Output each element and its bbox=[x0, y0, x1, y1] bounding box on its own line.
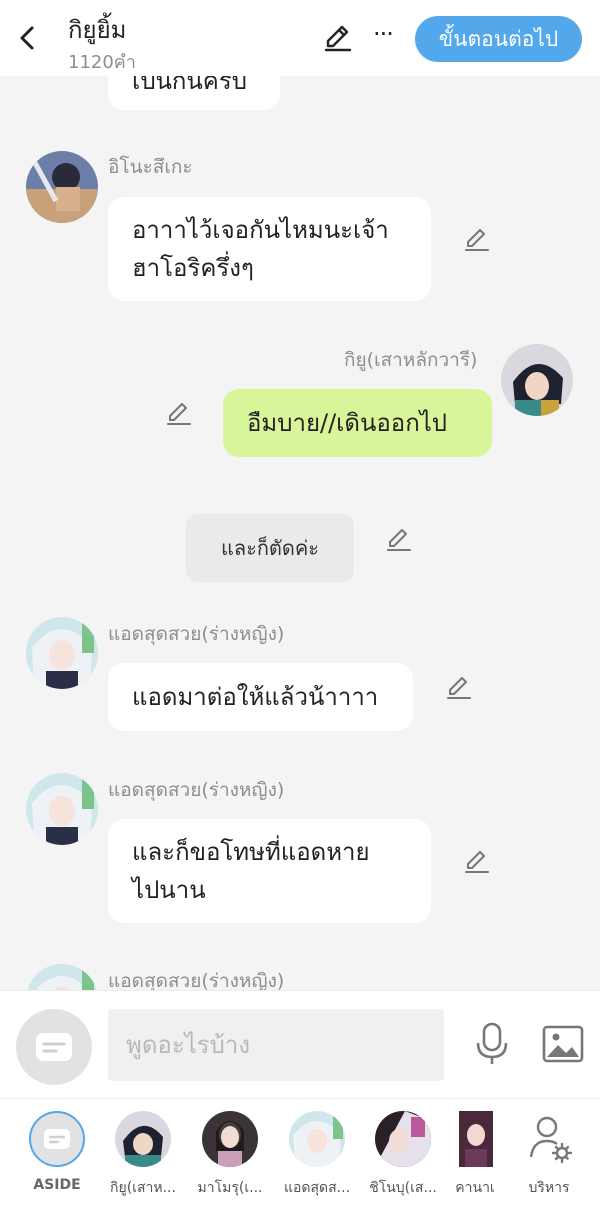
message-bubble[interactable]: อาาาไว้เจอกันไหมนะเจ้า ฮาโอริครึ่งๆ bbox=[108, 197, 431, 301]
sender-name: แอดสุดสวย(ร่างหญิง) bbox=[108, 779, 285, 801]
more-options-icon[interactable]: ··· bbox=[368, 20, 398, 52]
top-bar: กิยูยิ้ม 1120คำ ··· ขั้นตอนต่อไป bbox=[0, 0, 600, 76]
sender-name: แอดสุดสวย(ร่างหญิง) bbox=[108, 970, 285, 990]
chat-area[interactable]: เป็นกันครับ อิโนะสึเกะ อาาาไว้เจอกันไหมน… bbox=[0, 76, 600, 990]
character-kanao[interactable]: คานาเ bbox=[436, 1111, 516, 1199]
character-giyu[interactable]: กิยู(เสาห... bbox=[99, 1111, 187, 1199]
avatar-giyu[interactable] bbox=[501, 344, 573, 416]
character-label: มาโมรุ(เ... bbox=[197, 1180, 263, 1196]
sender-name: กิยู(เสาหลักวารี) bbox=[344, 349, 478, 371]
sender-name: แอดสุดสวย(ร่างหญิง) bbox=[108, 623, 285, 645]
avatar bbox=[289, 1111, 345, 1167]
message-bubble[interactable]: และก็ขอโทษที่แอดหาย ไปนาน bbox=[108, 819, 431, 923]
avatar bbox=[202, 1111, 258, 1167]
sender-name: อิโนะสึเกะ bbox=[108, 156, 193, 178]
character-label: คานาเ bbox=[455, 1180, 495, 1196]
character-selector: ASIDE กิยู(เสาห... มาโมรุ(เ... แอดสุดส..… bbox=[0, 1098, 600, 1214]
message-input-bar bbox=[0, 990, 600, 1098]
aside-toggle-button[interactable] bbox=[16, 1009, 92, 1085]
character-aside[interactable]: ASIDE bbox=[13, 1111, 101, 1193]
message-text: เป็นกันครับ bbox=[132, 76, 247, 95]
message-line: และก็ขอโทษที่แอดหาย bbox=[132, 838, 370, 866]
character-label: ASIDE bbox=[33, 1177, 81, 1193]
microphone-icon[interactable] bbox=[474, 1021, 510, 1067]
next-step-button[interactable]: ขั้นตอนต่อไป bbox=[415, 16, 582, 62]
edit-pencil-icon[interactable] bbox=[462, 848, 490, 876]
message-input[interactable] bbox=[108, 1009, 444, 1081]
character-shinobu[interactable]: ชิโนบุ(เส... bbox=[359, 1111, 447, 1199]
edit-pencil-icon[interactable] bbox=[320, 22, 354, 54]
character-label: ชิโนบุ(เส... bbox=[369, 1180, 437, 1196]
character-label: บริหาร bbox=[528, 1180, 570, 1196]
avatar-admin[interactable] bbox=[26, 773, 98, 845]
edit-pencil-icon[interactable] bbox=[384, 526, 412, 554]
avatar-admin[interactable] bbox=[26, 617, 98, 689]
message-bubble[interactable]: อืมบาย//เดินออกไป bbox=[223, 389, 492, 457]
aside-icon bbox=[29, 1111, 85, 1167]
avatar-admin[interactable] bbox=[26, 964, 98, 990]
chat-bubble-icon bbox=[36, 1033, 72, 1061]
narration-bubble[interactable]: และก็ตัดค่ะ bbox=[186, 514, 354, 582]
manage-characters-button[interactable]: บริหาร bbox=[506, 1111, 592, 1199]
back-arrow-icon[interactable] bbox=[14, 22, 42, 54]
edit-pencil-icon[interactable] bbox=[164, 400, 192, 428]
edit-pencil-icon[interactable] bbox=[462, 226, 490, 254]
character-admin[interactable]: แอดสุดส... bbox=[273, 1111, 361, 1199]
avatar bbox=[115, 1111, 171, 1167]
avatar bbox=[459, 1111, 493, 1167]
avatar bbox=[375, 1111, 431, 1167]
story-title: กิยูยิ้ม bbox=[68, 16, 127, 44]
message-line: ไปนาน bbox=[132, 876, 206, 904]
edit-pencil-icon[interactable] bbox=[444, 674, 472, 702]
person-gear-icon bbox=[521, 1111, 577, 1167]
avatar-inosuke[interactable] bbox=[26, 151, 98, 223]
message-line: อาาาไว้เจอกันไหมนะเจ้า bbox=[132, 216, 389, 244]
character-mamoru[interactable]: มาโมรุ(เ... bbox=[186, 1111, 274, 1199]
message-text: แอดมาต่อให้แล้วน้าาาา bbox=[132, 683, 379, 711]
narration-text: และก็ตัดค่ะ bbox=[220, 536, 320, 560]
message-bubble[interactable]: เป็นกันครับ bbox=[108, 76, 280, 110]
character-label: กิยู(เสาห... bbox=[110, 1180, 176, 1196]
character-label: แอดสุดส... bbox=[283, 1180, 351, 1196]
message-text: อืมบาย//เดินออกไป bbox=[247, 409, 448, 437]
message-line: ฮาโอริครึ่งๆ bbox=[132, 254, 254, 282]
message-bubble[interactable]: แอดมาต่อให้แล้วน้าาาา bbox=[108, 663, 413, 731]
word-count: 1120คำ bbox=[68, 52, 136, 73]
image-icon[interactable] bbox=[542, 1025, 584, 1063]
